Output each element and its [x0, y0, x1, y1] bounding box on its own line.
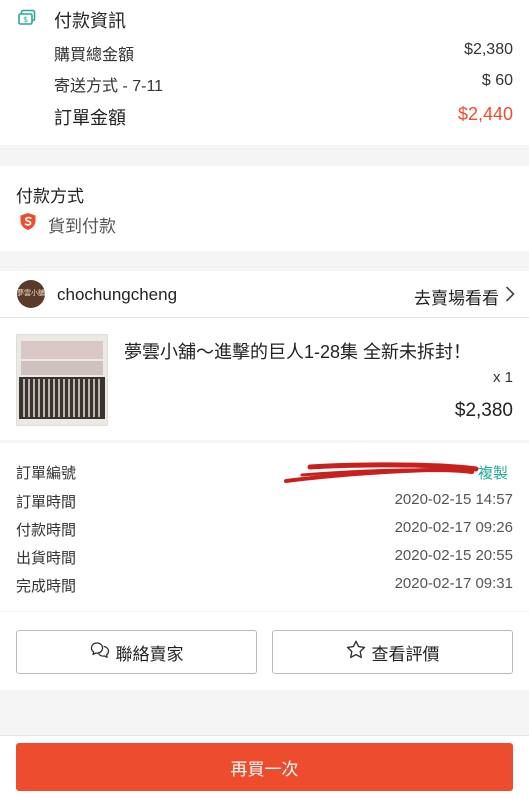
shop-header: 夢雲小舖 chochungcheng 去賣場看看 — [0, 271, 529, 317]
payment-time-label: 付款時間 — [16, 522, 77, 539]
product-quantity: x 1 — [492, 369, 513, 386]
payment-info-title: 付款資訊 — [54, 11, 126, 31]
payment-method-section: 付款方式 貨到付款 — [0, 166, 529, 251]
completed-time-value: 2020-02-17 09:31 — [394, 575, 513, 592]
shipping-value: $ 60 — [481, 72, 513, 89]
order-time-label: 訂單時間 — [16, 494, 77, 511]
visit-shop-label: 去賣場看看 — [414, 289, 499, 308]
payment-method-value: 貨到付款 — [48, 217, 116, 236]
product-thumbnail — [16, 334, 108, 426]
shield-icon — [19, 212, 37, 231]
buy-again-button[interactable]: 再買一次 — [16, 743, 513, 791]
order-total-label: 訂單金額 — [54, 108, 126, 128]
product-item[interactable]: 夢雲小舖～進擊的巨人1-28集 全新未拆封！ x 1 $2,380 — [0, 318, 529, 440]
svg-text:$: $ — [23, 15, 28, 24]
order-number-label: 訂單編號 — [16, 465, 77, 482]
payment-info-icon: $ — [18, 9, 38, 27]
order-total-value: $2,440 — [457, 104, 513, 124]
payment-time-value: 2020-02-17 09:26 — [394, 519, 513, 536]
divider — [0, 735, 529, 736]
order-details: 訂單編號 複製 訂單時間 2020-02-15 14:57 付款時間 2020-… — [0, 443, 529, 611]
contact-seller-label: 聯絡賣家 — [115, 644, 184, 664]
view-rating-label: 查看評價 — [371, 644, 440, 664]
shop-name[interactable]: chochungcheng — [57, 285, 177, 305]
ship-time-value: 2020-02-15 20:55 — [394, 547, 513, 564]
redaction-mark — [282, 457, 482, 487]
subtotal-label: 購買總金額 — [54, 47, 135, 64]
chevron-right-icon — [505, 286, 515, 307]
completed-time-label: 完成時間 — [16, 578, 77, 595]
star-icon — [346, 640, 366, 664]
order-time-value: 2020-02-15 14:57 — [394, 491, 513, 508]
product-name: 夢雲小舖～進擊的巨人1-28集 全新未拆封！ — [124, 342, 472, 362]
shipping-label: 寄送方式 - 7-11 — [54, 78, 164, 95]
product-price: $2,380 — [454, 400, 513, 421]
view-rating-button[interactable]: 查看評價 — [272, 630, 513, 674]
action-bar: 聯絡賣家 查看評價 — [0, 612, 529, 690]
visit-shop-link[interactable]: 去賣場看看 — [414, 284, 515, 309]
payment-info-section: $ 付款資訊 購買總金額 $2,380 寄送方式 - 7-11 $ 60 訂單金… — [0, 0, 529, 145]
copy-order-number-link[interactable]: 複製 — [478, 462, 508, 483]
ship-time-label: 出貨時間 — [16, 550, 77, 567]
subtotal-value: $2,380 — [464, 41, 513, 58]
shop-avatar[interactable]: 夢雲小舖 — [17, 280, 45, 308]
payment-method-title: 付款方式 — [16, 187, 84, 206]
contact-seller-button[interactable]: 聯絡賣家 — [16, 630, 257, 674]
chat-bubble-icon — [90, 641, 110, 664]
